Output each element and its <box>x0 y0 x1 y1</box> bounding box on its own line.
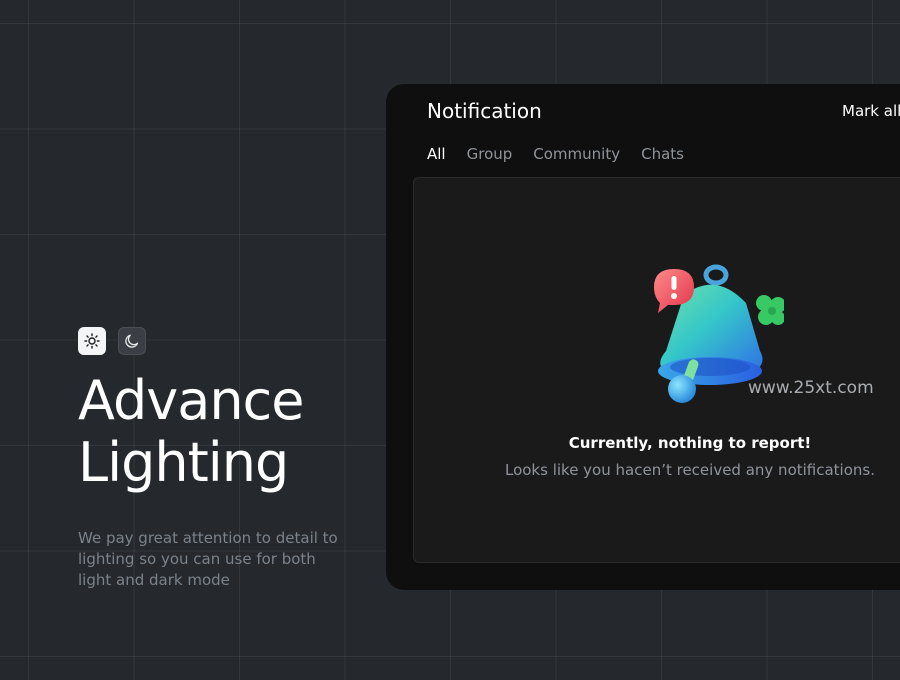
sun-icon <box>84 333 100 349</box>
dark-mode-button[interactable] <box>118 327 146 355</box>
notification-panel: Notification Mark all All Group Communit… <box>386 84 900 590</box>
hero-title: Advance Lighting <box>78 369 304 494</box>
moon-icon <box>125 334 139 348</box>
empty-state-subtitle: Looks like you hacen’t received any noti… <box>504 461 875 479</box>
tab-all[interactable]: All <box>427 144 446 164</box>
notification-tabs: All Group Community Chats <box>427 144 684 164</box>
panel-title: Notification <box>427 99 542 123</box>
theme-toggle <box>78 327 146 355</box>
tab-group[interactable]: Group <box>467 144 513 164</box>
hero-title-line1: Advance <box>78 369 304 432</box>
notification-empty-state: www.25xt.com Currently, nothing to repor… <box>413 177 900 563</box>
tab-chats[interactable]: Chats <box>641 144 684 164</box>
light-mode-button[interactable] <box>78 327 106 355</box>
empty-state-title: Currently, nothing to report! <box>568 434 812 452</box>
mark-all-button[interactable]: Mark all <box>842 100 900 122</box>
watermark: www.25xt.com <box>748 378 874 398</box>
hero-title-line2: Lighting <box>78 431 289 494</box>
hero-description: We pay great attention to detail to ligh… <box>78 529 338 589</box>
tab-community[interactable]: Community <box>533 144 620 164</box>
